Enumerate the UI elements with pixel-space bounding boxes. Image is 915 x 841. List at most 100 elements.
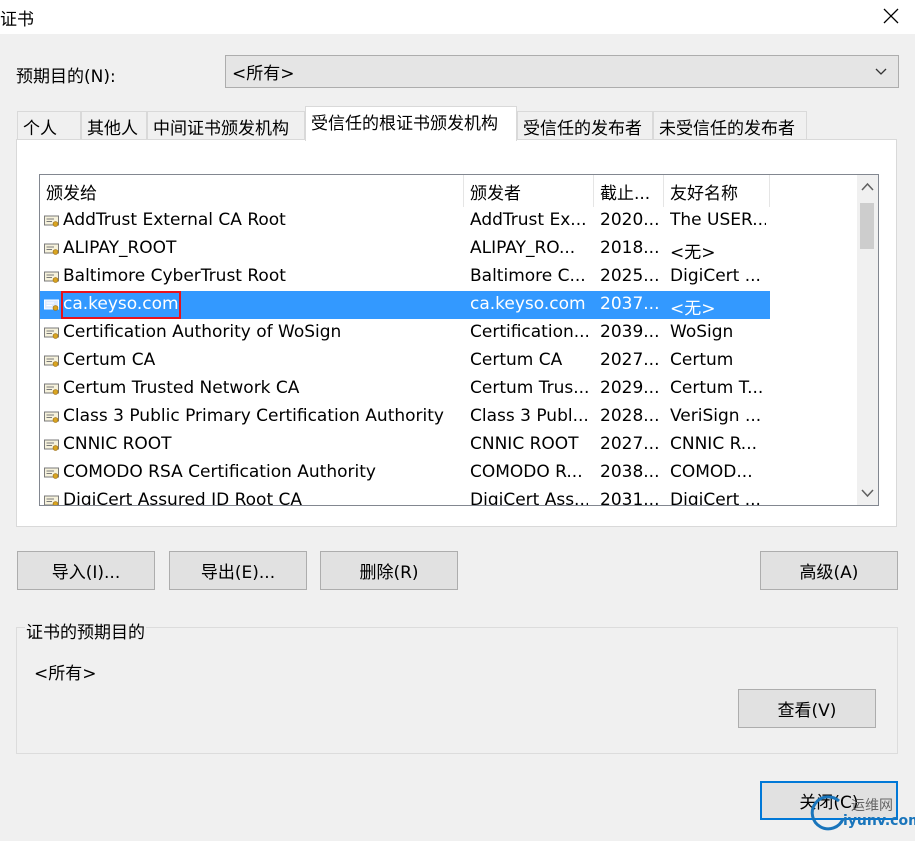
- issued-to-cell: ALIPAY_ROOT: [63, 238, 177, 258]
- issued-by-cell: AddTrust Ex...: [470, 210, 587, 230]
- watermark: 运维网 iyunv.com: [809, 793, 915, 833]
- expiration-cell: 2018...: [600, 238, 660, 258]
- table-row[interactable]: Baltimore CyberTrust Root Baltimore C... 2…: [40, 263, 770, 291]
- list-header: 颁发给 颁发者 截止... 友好名称: [40, 175, 860, 207]
- friendly-name-cell: DigiCert ...: [670, 266, 761, 286]
- table-row[interactable]: COMODO RSA Certification Authority COMODO…: [40, 459, 770, 487]
- certificate-icon: [44, 271, 59, 283]
- scroll-down-icon[interactable]: [857, 481, 878, 505]
- window-title: 证书: [0, 10, 34, 30]
- table-row[interactable]: ca.keyso.com ca.keyso.com 2037... <无>: [40, 291, 770, 319]
- certificate-icon: [44, 299, 59, 311]
- issued-by-cell: Certum CA: [470, 350, 563, 370]
- issued-by-cell: CNNIC ROOT: [470, 434, 579, 454]
- tab-trusted-publishers[interactable]: 受信任的发布者: [517, 111, 653, 140]
- export-button[interactable]: 导出(E)...: [169, 551, 307, 590]
- certificate-icon: [44, 439, 59, 451]
- certificate-icon: [44, 215, 59, 227]
- title-bar: 证书: [0, 0, 915, 34]
- friendly-name-cell: COMOD...: [670, 462, 753, 482]
- issued-to-cell: Certification Authority of WoSign: [63, 322, 342, 342]
- scroll-thumb[interactable]: [860, 203, 874, 249]
- friendly-name-cell: Certum T...: [670, 378, 764, 398]
- friendly-name-cell: Certum: [670, 350, 734, 370]
- table-row[interactable]: Certum CA Certum CA 2027... Certum: [40, 347, 770, 375]
- certificate-icon: [44, 243, 59, 255]
- certificate-icon: [44, 383, 59, 395]
- certificate-icon: [44, 411, 59, 423]
- watermark-line1: 运维网: [851, 798, 893, 814]
- scroll-up-icon[interactable]: [857, 175, 878, 199]
- purpose-label: 预期目的(N):: [16, 67, 116, 87]
- purpose-select[interactable]: <所有>: [225, 55, 899, 88]
- tab-personal[interactable]: 个人: [17, 111, 81, 140]
- tab-intermediate-ca[interactable]: 中间证书颁发机构: [147, 111, 305, 140]
- table-row[interactable]: AddTrust External CA Root AddTrust Ex... 2…: [40, 207, 770, 235]
- view-button[interactable]: 查看(V): [738, 689, 876, 728]
- table-row[interactable]: Class 3 Public Primary Certification Aut…: [40, 403, 770, 431]
- issued-to-cell: Certum CA: [63, 350, 156, 370]
- table-row[interactable]: CNNIC ROOT CNNIC ROOT 2027... CNNIC R...: [40, 431, 770, 459]
- issued-by-cell: Certification...: [470, 322, 588, 342]
- friendly-name-cell: VeriSign ...: [670, 406, 762, 426]
- friendly-name-cell: The USER...: [670, 210, 766, 230]
- issued-to-cell: Certum Trusted Network CA: [63, 378, 300, 398]
- friendly-name-cell: <无>: [670, 299, 716, 319]
- advanced-button[interactable]: 高级(A): [760, 551, 898, 590]
- issued-by-cell: ca.keyso.com: [470, 294, 586, 314]
- issued-by-cell: Certum Trus...: [470, 378, 588, 398]
- column-issued-to[interactable]: 颁发给: [40, 175, 464, 207]
- expiration-cell: 2028...: [600, 406, 660, 426]
- purposes-group-value: <所有>: [34, 664, 97, 684]
- expiration-cell: 2038...: [600, 462, 660, 482]
- issued-by-cell: Class 3 Publ...: [470, 406, 588, 426]
- list-scrollbar[interactable]: [857, 175, 878, 505]
- highlight-box: [61, 291, 181, 319]
- table-row[interactable]: DigiCert Assured ID Root CA DigiCert Ass.…: [40, 487, 770, 506]
- chevron-down-icon: [875, 68, 887, 75]
- tab-other-people[interactable]: 其他人: [81, 111, 147, 140]
- issued-to-cell: AddTrust External CA Root: [63, 210, 286, 230]
- purpose-select-value: <所有>: [232, 64, 295, 84]
- expiration-cell: 2027...: [600, 350, 660, 370]
- expiration-cell: 2029...: [600, 378, 660, 398]
- friendly-name-cell: CNNIC R...: [670, 434, 758, 454]
- expiration-cell: 2037...: [600, 294, 660, 314]
- expiration-cell: 2020...: [600, 210, 660, 230]
- import-button[interactable]: 导入(I)...: [17, 551, 155, 590]
- expiration-cell: 2027...: [600, 434, 660, 454]
- remove-button[interactable]: 删除(R): [320, 551, 458, 590]
- tab-untrusted-publishers[interactable]: 未受信任的发布者: [653, 111, 807, 140]
- table-row[interactable]: Certum Trusted Network CA Certum Trus... 2…: [40, 375, 770, 403]
- column-friendly-name[interactable]: 友好名称: [664, 175, 770, 207]
- table-row[interactable]: ALIPAY_ROOT ALIPAY_RO... 2018... <无>: [40, 235, 770, 263]
- table-row[interactable]: Certification Authority of WoSign Certifi…: [40, 319, 770, 347]
- certificate-list[interactable]: 颁发给 颁发者 截止... 友好名称 AddTrust External CA …: [39, 174, 879, 506]
- certificate-icon: [44, 467, 59, 479]
- issued-to-cell: Baltimore CyberTrust Root: [63, 266, 286, 286]
- list-rows: AddTrust External CA Root AddTrust Ex... 2…: [40, 207, 860, 506]
- friendly-name-cell: WoSign: [670, 322, 734, 342]
- issued-to-cell: Class 3 Public Primary Certification Aut…: [63, 406, 444, 426]
- watermark-line2: iyunv.com: [843, 813, 915, 829]
- purposes-group-title: 证书的预期目的: [25, 618, 146, 643]
- certificate-icon: [44, 495, 59, 505]
- expiration-cell: 2025...: [600, 266, 660, 286]
- certificate-icon: [44, 355, 59, 367]
- expiration-cell: 2039...: [600, 322, 660, 342]
- friendly-name-cell: <无>: [670, 243, 716, 263]
- column-expiration[interactable]: 截止...: [594, 175, 664, 207]
- issued-by-cell: ALIPAY_RO...: [470, 238, 576, 258]
- certificate-icon: [44, 327, 59, 339]
- friendly-name-cell: DigiCert ...: [670, 490, 761, 506]
- issued-by-cell: DigiCert Ass...: [470, 490, 588, 506]
- tab-panel: 颁发给 颁发者 截止... 友好名称 AddTrust External CA …: [16, 139, 897, 527]
- issued-to-cell: CNNIC ROOT: [63, 434, 172, 454]
- issued-to-cell: DigiCert Assured ID Root CA: [63, 490, 303, 506]
- tab-trusted-root-ca[interactable]: 受信任的根证书颁发机构: [305, 106, 517, 141]
- column-issued-by[interactable]: 颁发者: [464, 175, 594, 207]
- expiration-cell: 2031...: [600, 490, 660, 506]
- close-icon[interactable]: [877, 2, 905, 30]
- issued-by-cell: Baltimore C...: [470, 266, 586, 286]
- issued-by-cell: COMODO R...: [470, 462, 583, 482]
